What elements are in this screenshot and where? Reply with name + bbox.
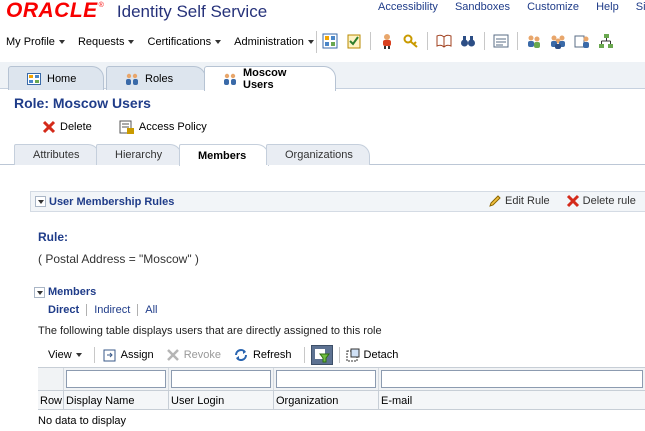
chevron-down-icon <box>128 40 135 44</box>
menu-requests[interactable]: Requests <box>78 36 135 48</box>
chevron-down-icon <box>58 40 65 44</box>
filter-user-login[interactable] <box>171 370 271 388</box>
query-by-example-toggle[interactable] <box>310 345 333 365</box>
members-toolbar: View Assign Revoke Refresh Detach <box>38 344 410 366</box>
quick-toolbar <box>322 32 622 50</box>
edit-rule-button[interactable]: Edit Rule <box>488 194 550 208</box>
collapse-toggle-icon[interactable] <box>35 196 46 207</box>
policy-icon <box>119 120 134 134</box>
dashboard-icon[interactable] <box>322 33 338 49</box>
filter-display-name[interactable] <box>66 370 166 388</box>
rule-label: Rule: <box>38 230 68 244</box>
users-icon[interactable] <box>550 33 566 49</box>
column-header[interactable]: E-mail <box>379 391 645 409</box>
membership-rules-title: User Membership Rules <box>49 195 175 208</box>
red-x-icon <box>566 194 579 208</box>
main-tabstrip: Home Roles Moscow Users <box>0 62 645 91</box>
view-menu[interactable]: View <box>48 349 82 361</box>
delete-rule-button[interactable]: Delete rule <box>566 194 636 208</box>
chevron-down-icon <box>215 40 222 44</box>
red-x-icon <box>42 120 56 134</box>
divider <box>316 31 317 53</box>
brand-name: ORACLE <box>6 0 98 22</box>
tab-roles[interactable]: Roles <box>106 66 206 90</box>
tab-attributes[interactable]: Attributes <box>14 144 100 165</box>
tab-organizations[interactable]: Organizations <box>266 144 370 165</box>
detach-button[interactable]: Detach <box>346 348 398 362</box>
org-users-icon[interactable] <box>574 33 590 49</box>
filter-row <box>38 367 645 391</box>
rule-actions: Edit Rule Delete rule <box>488 194 636 208</box>
user-group-icon[interactable] <box>526 33 542 49</box>
filter-organization[interactable] <box>276 370 376 388</box>
members-table: Row Display Name User Login Organization… <box>38 367 645 410</box>
page-title: Role: Moscow Users <box>14 95 151 111</box>
role-subtabs: Attributes Hierarchy Members Organizatio… <box>0 144 645 166</box>
view-direct[interactable]: Direct <box>48 304 79 316</box>
menu-my-profile[interactable]: My Profile <box>6 36 65 48</box>
assign-icon <box>103 349 116 362</box>
column-header[interactable]: Display Name <box>64 391 169 409</box>
menu-certifications[interactable]: Certifications <box>148 36 222 48</box>
oracle-logo: ORACLE® Identity Self Service <box>6 0 268 22</box>
pencil-icon <box>489 195 501 207</box>
home-grid-icon <box>27 72 41 85</box>
tab-home[interactable]: Home <box>8 66 104 90</box>
form-icon[interactable] <box>493 33 509 49</box>
header-row: Row Display Name User Login Organization… <box>38 391 645 410</box>
role-actions: Delete Access Policy <box>42 120 231 137</box>
help-link[interactable]: Help <box>596 1 619 13</box>
refresh-icon <box>234 349 247 361</box>
menu-administration[interactable]: Administration <box>234 36 314 48</box>
members-description: The following table displays users that … <box>38 325 382 337</box>
column-header[interactable]: Organization <box>274 391 379 409</box>
customize-link[interactable]: Customize <box>527 1 579 13</box>
role-group-icon <box>223 73 237 85</box>
delete-button[interactable]: Delete <box>42 120 92 134</box>
sign-out-link[interactable]: Sign O <box>636 1 645 13</box>
tab-members[interactable]: Members <box>179 144 269 166</box>
revoke-icon <box>166 349 179 361</box>
collapse-toggle-icon[interactable] <box>34 286 45 298</box>
detach-icon <box>346 348 360 362</box>
binoculars-icon[interactable] <box>460 33 476 49</box>
access-policy-button[interactable]: Access Policy <box>119 120 207 134</box>
view-all[interactable]: All <box>145 304 157 316</box>
revoke-button[interactable]: Revoke <box>166 348 221 362</box>
members-title: Members <box>48 286 97 298</box>
column-header[interactable]: User Login <box>169 391 274 409</box>
member-view-switch: Direct Indirect All <box>48 304 158 317</box>
org-tree-icon[interactable] <box>598 33 614 49</box>
app-title: Identity Self Service <box>116 2 268 21</box>
members-header: Members <box>30 284 645 300</box>
assign-button[interactable]: Assign <box>103 348 154 362</box>
tab-hierarchy[interactable]: Hierarchy <box>96 144 182 165</box>
main-menu: My Profile Requests Certifications Admin… <box>6 36 324 48</box>
empty-table-message: No data to display <box>38 415 127 427</box>
checklist-icon[interactable] <box>346 33 362 49</box>
book-icon[interactable] <box>436 33 452 49</box>
filter-email[interactable] <box>381 370 643 388</box>
view-indirect[interactable]: Indirect <box>94 304 130 316</box>
user-icon[interactable] <box>379 33 395 49</box>
chevron-down-icon <box>307 40 314 44</box>
tab-moscow-users[interactable]: Moscow Users <box>204 66 336 91</box>
chevron-down-icon <box>75 353 82 357</box>
key-icon[interactable] <box>403 33 419 49</box>
roles-icon <box>125 73 139 85</box>
accessibility-link[interactable]: Accessibility <box>378 1 438 13</box>
global-links: Accessibility Sandboxes Customize Help S… <box>378 1 645 13</box>
column-header[interactable]: Row <box>38 391 64 409</box>
filter-icon <box>310 345 333 365</box>
rule-expression: ( Postal Address = "Moscow" ) <box>38 252 199 266</box>
refresh-button[interactable]: Refresh <box>233 348 292 362</box>
sandboxes-link[interactable]: Sandboxes <box>455 1 510 13</box>
